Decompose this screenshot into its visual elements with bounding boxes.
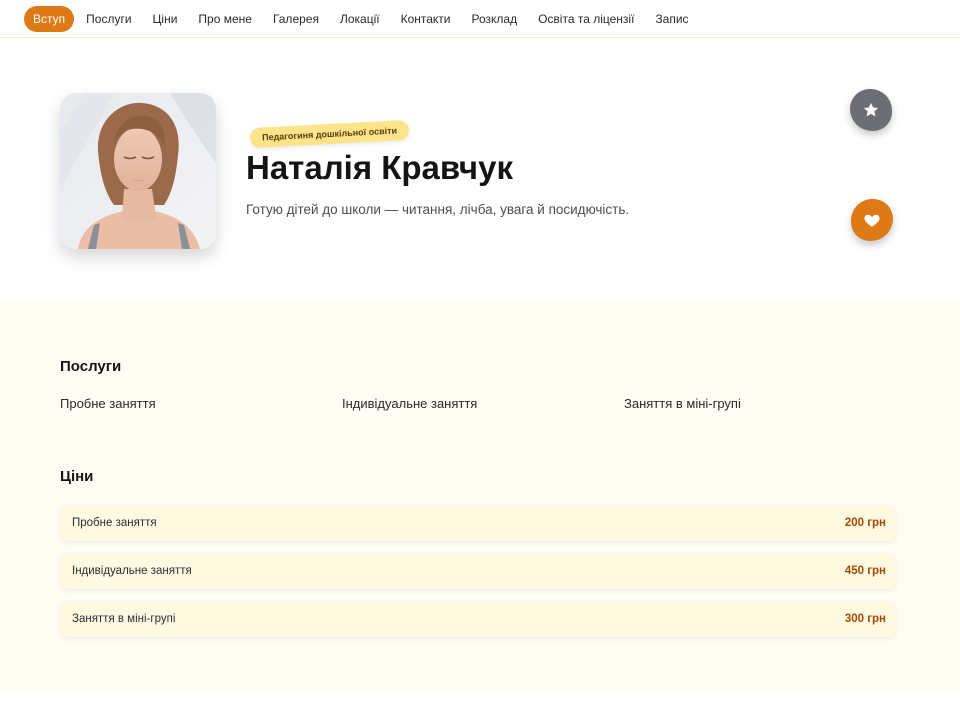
heart-icon (864, 214, 880, 227)
top-nav: Вступ Послуги Ціни Про мене Галерея Лока… (0, 0, 960, 38)
nav-item-locations[interactable]: Локації (340, 12, 380, 26)
prices-title: Ціни (60, 468, 94, 485)
avatar (60, 93, 216, 249)
profession-badge: Педагогиня дошкільної освіти (249, 119, 410, 149)
service-item: Заняття в міні-групі (624, 396, 741, 411)
price-row-value: 200 грн (844, 517, 886, 529)
hero-section: Педагогиня дошкільної освіти Наталія Кра… (0, 39, 960, 301)
favorite-star-button[interactable] (850, 89, 892, 131)
like-heart-button[interactable] (851, 199, 893, 241)
avatar-portrait (60, 93, 216, 249)
price-row-label: Пробне заняття (72, 517, 157, 529)
profile-tagline: Готую дітей до школи — читання, лічба, у… (246, 202, 630, 217)
price-row-value: 450 грн (844, 565, 886, 577)
nav-item-gallery[interactable]: Галерея (273, 12, 319, 26)
profile-name: Наталія Кравчук (246, 149, 513, 186)
nav-item-schedule[interactable]: Розклад (472, 12, 518, 26)
price-row: Індивідуальне заняття 450 грн (61, 553, 896, 589)
nav-item-services[interactable]: Послуги (86, 12, 131, 26)
services-prices-section: Послуги Пробне заняття Індивідуальне зан… (0, 301, 960, 690)
nav-item-about[interactable]: Про мене (198, 12, 252, 26)
nav-item-education[interactable]: Освіта та ліцензії (538, 12, 634, 26)
nav-item-prices[interactable]: Ціни (153, 12, 178, 26)
services-title: Послуги (60, 358, 122, 375)
price-row-label: Індивідуальне заняття (72, 565, 192, 577)
price-row: Заняття в міні-групі 300 грн (61, 601, 896, 637)
nav-item-contacts[interactable]: Контакти (401, 12, 451, 26)
star-icon (863, 102, 879, 117)
price-row-value: 300 грн (844, 613, 886, 625)
service-item: Індивідуальне заняття (342, 396, 478, 411)
service-item: Пробне заняття (60, 396, 156, 411)
nav-item-booking[interactable]: Запис (655, 12, 688, 26)
price-row-label: Заняття в міні-групі (72, 613, 176, 625)
nav-item-intro[interactable]: Вступ (24, 5, 75, 32)
price-row: Пробне заняття 200 грн (61, 505, 896, 541)
